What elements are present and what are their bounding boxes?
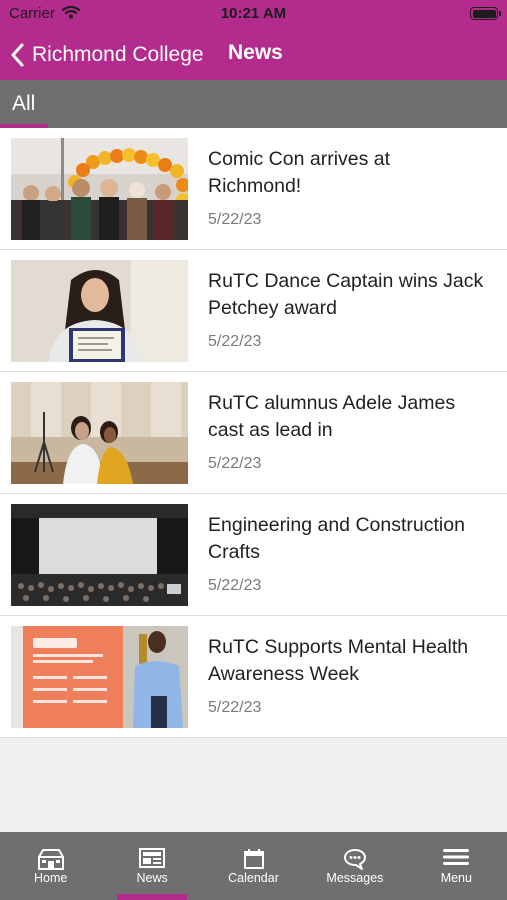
menu-icon — [443, 848, 470, 871]
active-tab-indicator — [117, 894, 187, 900]
filter-tab-all[interactable]: All — [0, 80, 48, 128]
tab-news-label: News — [136, 871, 168, 885]
filter-bar: All — [0, 80, 507, 128]
alumnus-thumbnail — [11, 382, 188, 484]
tab-bar: Home News Calendar Messages Menu — [0, 832, 507, 900]
mental-health-thumbnail — [11, 626, 188, 728]
news-item[interactable]: RuTC Dance Captain wins Jack Petchey awa… — [0, 250, 507, 372]
tab-menu-label: Menu — [440, 871, 472, 885]
comic-con-thumbnail — [11, 138, 188, 240]
tab-menu[interactable]: Menu — [406, 832, 507, 900]
tab-home[interactable]: Home — [0, 832, 101, 900]
status-time: 10:21 AM — [220, 5, 287, 22]
navigation-bar: Richmond College News — [0, 30, 507, 80]
news-title: Comic Con arrives at Richmond! — [208, 148, 391, 197]
tab-home-label: Home — [34, 871, 68, 885]
news-item[interactable]: RuTC alumnus Adele James cast as lead in… — [0, 372, 507, 494]
page-title: News — [228, 41, 283, 64]
news-item[interactable]: Comic Con arrives at Richmond! 5/22/23 — [0, 128, 507, 250]
tab-calendar[interactable]: Calendar — [203, 832, 304, 900]
back-button[interactable]: Richmond College — [10, 39, 204, 71]
engineering-event-thumbnail — [11, 504, 188, 606]
news-title: RuTC Supports Mental Health Awareness We… — [208, 636, 469, 685]
chevron-left-icon — [11, 43, 24, 67]
news-list: Comic Con arrives at Richmond! 5/22/23 R… — [0, 128, 507, 738]
tab-calendar-label: Calendar — [228, 871, 279, 885]
news-title: RuTC Dance Captain wins Jack Petchey awa… — [208, 270, 484, 319]
news-icon — [139, 848, 166, 873]
news-item[interactable]: Engineering and Construction Crafts 5/22… — [0, 494, 507, 616]
news-date: 5/22/23 — [208, 455, 262, 472]
news-title: Engineering and Construction Crafts — [208, 514, 465, 563]
news-date: 5/22/23 — [208, 333, 262, 350]
tab-news[interactable]: News — [101, 832, 202, 900]
tab-messages[interactable]: Messages — [304, 832, 405, 900]
dance-captain-thumbnail — [11, 260, 188, 362]
status-bar: Carrier 10:21 AM — [0, 0, 507, 30]
news-item[interactable]: RuTC Supports Mental Health Awareness We… — [0, 616, 507, 738]
tab-messages-label: Messages — [326, 871, 384, 885]
news-title: RuTC alumnus Adele James cast as lead in — [208, 392, 456, 441]
news-date: 5/22/23 — [208, 577, 262, 594]
news-date: 5/22/23 — [208, 211, 262, 228]
back-button-label: Richmond College — [32, 43, 204, 66]
filter-tab-label: All — [12, 92, 36, 115]
news-date: 5/22/23 — [208, 699, 262, 716]
battery-icon — [470, 7, 501, 20]
